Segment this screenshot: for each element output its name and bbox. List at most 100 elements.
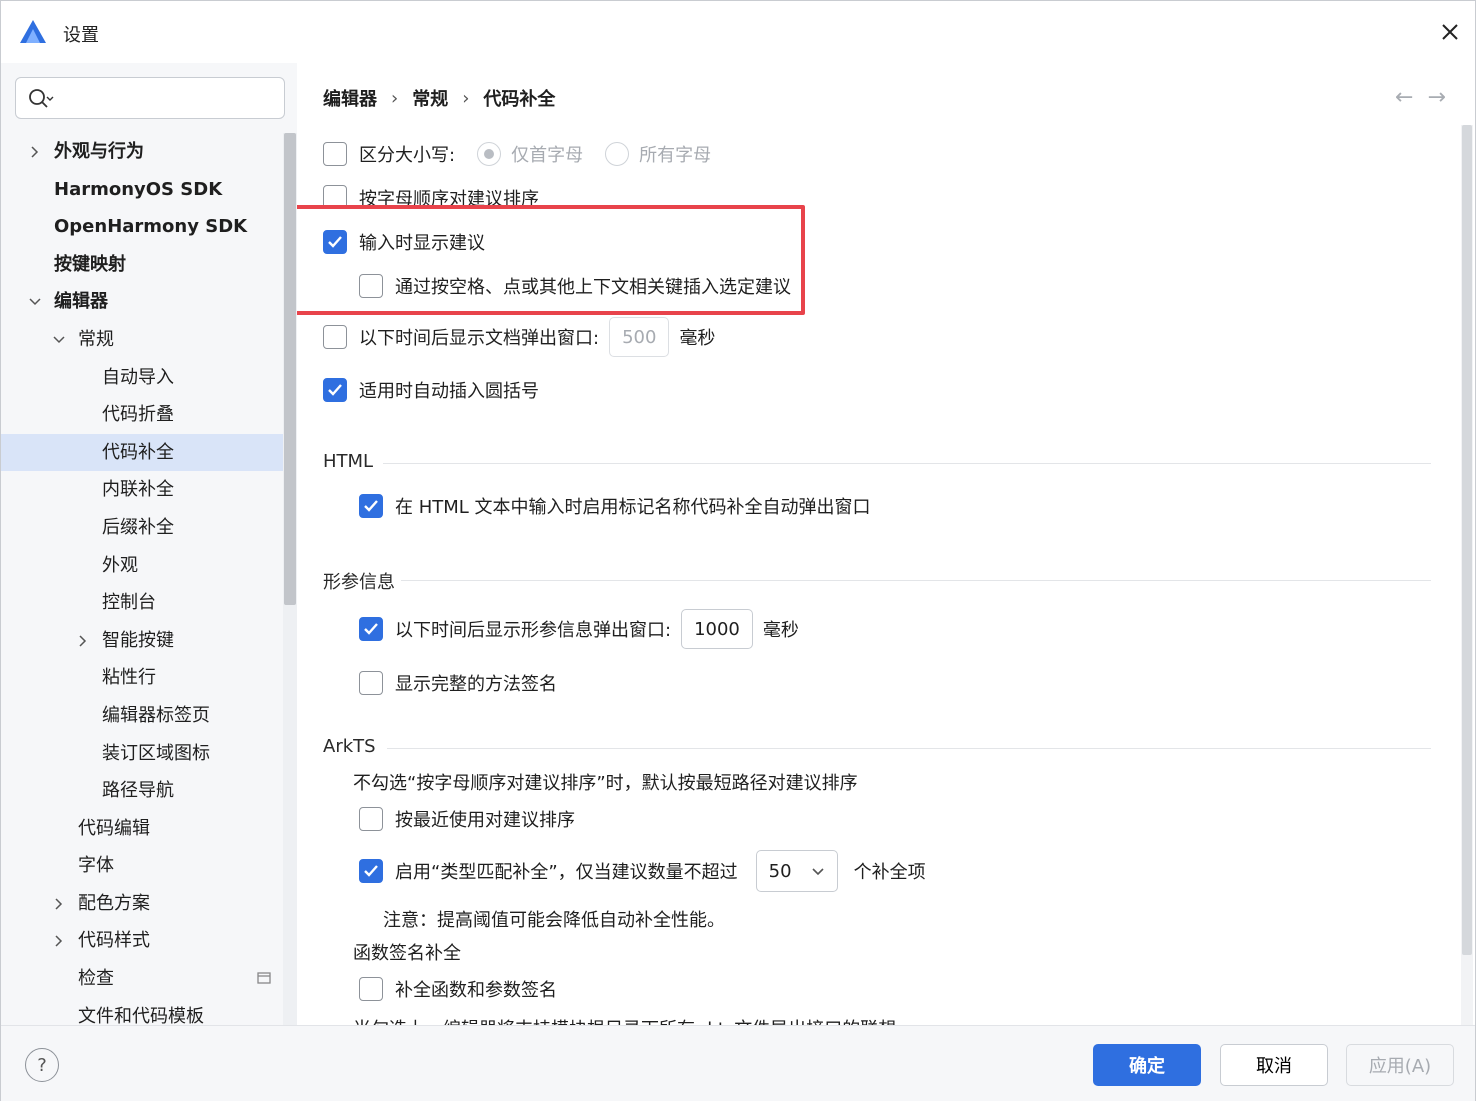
sidebar-item[interactable]: 外观与行为 <box>1 133 283 171</box>
sidebar-item-label: 配色方案 <box>78 892 150 914</box>
sort-alpha-label: 按字母顺序对建议排序 <box>359 189 539 207</box>
sidebar-scrollbar[interactable] <box>283 133 297 1025</box>
doc-popup-delay-input[interactable]: 500 <box>609 317 670 357</box>
sidebar-item[interactable]: 控制台 <box>1 584 283 622</box>
sidebar-item[interactable]: 智能按键 <box>1 622 283 660</box>
case-sensitive-label: 区分大小写: <box>359 145 456 166</box>
full-signature-checkbox[interactable] <box>359 671 383 695</box>
param-popup-delay-input[interactable]: 1000 <box>681 609 753 649</box>
checkmark-icon <box>364 623 378 635</box>
show-suggestions-label: 输入时显示建议 <box>359 233 485 254</box>
sidebar-item[interactable]: 编辑器标签页 <box>1 697 283 735</box>
performance-note: 注意：提高阈值可能会降低自动补全性能。 <box>383 910 725 931</box>
doc-popup-row: 以下时间后显示文档弹出窗口: 500 毫秒 <box>323 317 715 357</box>
chevron-down-icon[interactable] <box>28 295 42 309</box>
show-suggestions-checkbox[interactable] <box>323 230 347 254</box>
sidebar-item-label: 代码折叠 <box>102 404 174 426</box>
show-suggestions-row: 输入时显示建议 <box>323 229 485 255</box>
all-letters-radio[interactable] <box>605 142 630 166</box>
sidebar-item-label: 控制台 <box>102 592 156 614</box>
search-box[interactable] <box>15 77 285 119</box>
chevron-right-icon[interactable] <box>76 634 90 648</box>
breadcrumb-item[interactable]: 编辑器 <box>323 85 377 111</box>
chevron-down-icon <box>812 868 824 876</box>
app-logo-icon <box>20 20 46 43</box>
insert-selected-checkbox[interactable] <box>359 274 383 298</box>
sidebar-item[interactable]: 路径导航 <box>1 772 283 810</box>
sidebar-item[interactable]: 装订区域图标 <box>1 735 283 773</box>
sidebar-item[interactable]: 粘性行 <box>1 659 283 697</box>
auto-parens-checkbox[interactable] <box>323 378 347 402</box>
chevron-down-icon[interactable] <box>52 333 66 347</box>
sidebar-item[interactable]: 字体 <box>1 847 283 885</box>
apply-button[interactable]: 应用(A) <box>1346 1044 1454 1086</box>
type-match-label: 启用“类型匹配补全”，仅当建议数量不超过 <box>395 862 738 883</box>
sidebar-item[interactable]: 配色方案 <box>1 885 283 923</box>
forward-arrow-icon[interactable]: → <box>1427 85 1445 110</box>
sidebar-item-label: 常规 <box>78 328 114 350</box>
sidebar-item-label: 智能按键 <box>102 629 174 651</box>
sidebar-item[interactable]: 代码补全 <box>1 433 283 472</box>
sidebar-item-label: 编辑器标签页 <box>102 704 210 726</box>
recent-sort-checkbox[interactable] <box>359 807 383 831</box>
sidebar-item[interactable]: 检查 <box>1 960 283 998</box>
type-match-limit-select[interactable]: 50 <box>755 850 838 892</box>
sidebar-item[interactable]: 按键映射 <box>1 246 283 284</box>
window-title: 设置 <box>63 25 99 46</box>
chevron-right-icon[interactable] <box>28 145 42 159</box>
section-divider <box>383 463 1431 464</box>
sidebar-item-label: 后缀补全 <box>102 516 174 538</box>
help-icon: ? <box>37 1054 47 1076</box>
sidebar-item[interactable]: 代码编辑 <box>1 810 283 848</box>
close-button[interactable] <box>1433 15 1467 49</box>
content-scrollbar[interactable] <box>1461 125 1473 1025</box>
param-popup-checkbox[interactable] <box>359 617 383 641</box>
sort-alpha-checkbox[interactable] <box>323 185 347 207</box>
sidebar-item[interactable]: 内联补全 <box>1 471 283 509</box>
back-arrow-icon[interactable]: ← <box>1395 85 1413 110</box>
ok-button[interactable]: 确定 <box>1093 1044 1201 1086</box>
sidebar-item[interactable]: 自动导入 <box>1 359 283 397</box>
complete-signature-checkbox[interactable] <box>359 977 383 1001</box>
case-sensitive-checkbox[interactable] <box>323 142 347 166</box>
search-input[interactable] <box>60 84 276 112</box>
sidebar-item[interactable]: 代码样式 <box>1 922 283 960</box>
sidebar-item-label: 代码样式 <box>78 930 150 952</box>
html-tag-popup-row: 在 HTML 文本中输入时启用标记名称代码补全自动弹出窗口 <box>359 493 871 519</box>
param-section-title: 形参信息 <box>323 572 395 593</box>
sidebar-item[interactable]: 编辑器 <box>1 283 283 321</box>
settings-dialog: 设置 外观与行为 HarmonyOS SDK OpenHarmony SDK 按键映射… <box>0 0 1476 1101</box>
cancel-button[interactable]: 取消 <box>1220 1044 1328 1086</box>
type-match-checkbox[interactable] <box>359 859 383 883</box>
breadcrumb-item[interactable]: 常规 <box>412 85 448 111</box>
checkmark-icon <box>364 865 378 877</box>
html-tag-popup-label: 在 HTML 文本中输入时启用标记名称代码补全自动弹出窗口 <box>395 497 871 518</box>
type-match-limit-value: 50 <box>768 860 792 882</box>
checkmark-icon <box>328 384 342 396</box>
html-tag-popup-checkbox[interactable] <box>359 494 383 518</box>
sidebar-item[interactable]: 代码折叠 <box>1 396 283 434</box>
type-match-unit: 个补全项 <box>853 862 926 883</box>
breadcrumb: 编辑器 › 常规 › 代码补全 <box>323 85 555 111</box>
sidebar-item-label: OpenHarmony SDK <box>54 216 248 238</box>
sidebar-item[interactable]: 常规 <box>1 321 283 359</box>
first-letter-radio[interactable] <box>477 142 502 166</box>
doc-popup-checkbox[interactable] <box>323 325 347 349</box>
sidebar-item-label: 外观 <box>102 554 138 576</box>
sidebar-item[interactable]: OpenHarmony SDK <box>1 208 283 246</box>
insert-selected-label: 通过按空格、点或其他上下文相关键插入选定建议 <box>395 277 791 298</box>
content-scroll-thumb[interactable] <box>1462 125 1472 955</box>
chevron-right-icon[interactable] <box>52 934 66 948</box>
doc-popup-label: 以下时间后显示文档弹出窗口: <box>359 328 600 349</box>
chevron-right-icon[interactable] <box>52 897 66 911</box>
sidebar-item[interactable]: HarmonyOS SDK <box>1 171 283 209</box>
sidebar-item[interactable]: 后缀补全 <box>1 509 283 547</box>
sidebar-item[interactable]: 文件和代码模板 <box>1 998 283 1025</box>
sidebar-scroll-thumb[interactable] <box>284 133 296 605</box>
sidebar-item[interactable]: 外观 <box>1 547 283 585</box>
sidebar-item-label: 字体 <box>78 855 114 877</box>
help-button[interactable]: ? <box>25 1048 59 1082</box>
sidebar-item-label: 代码编辑 <box>78 817 150 839</box>
checkmark-icon <box>328 236 342 248</box>
sidebar-item-label: 外观与行为 <box>54 141 144 162</box>
